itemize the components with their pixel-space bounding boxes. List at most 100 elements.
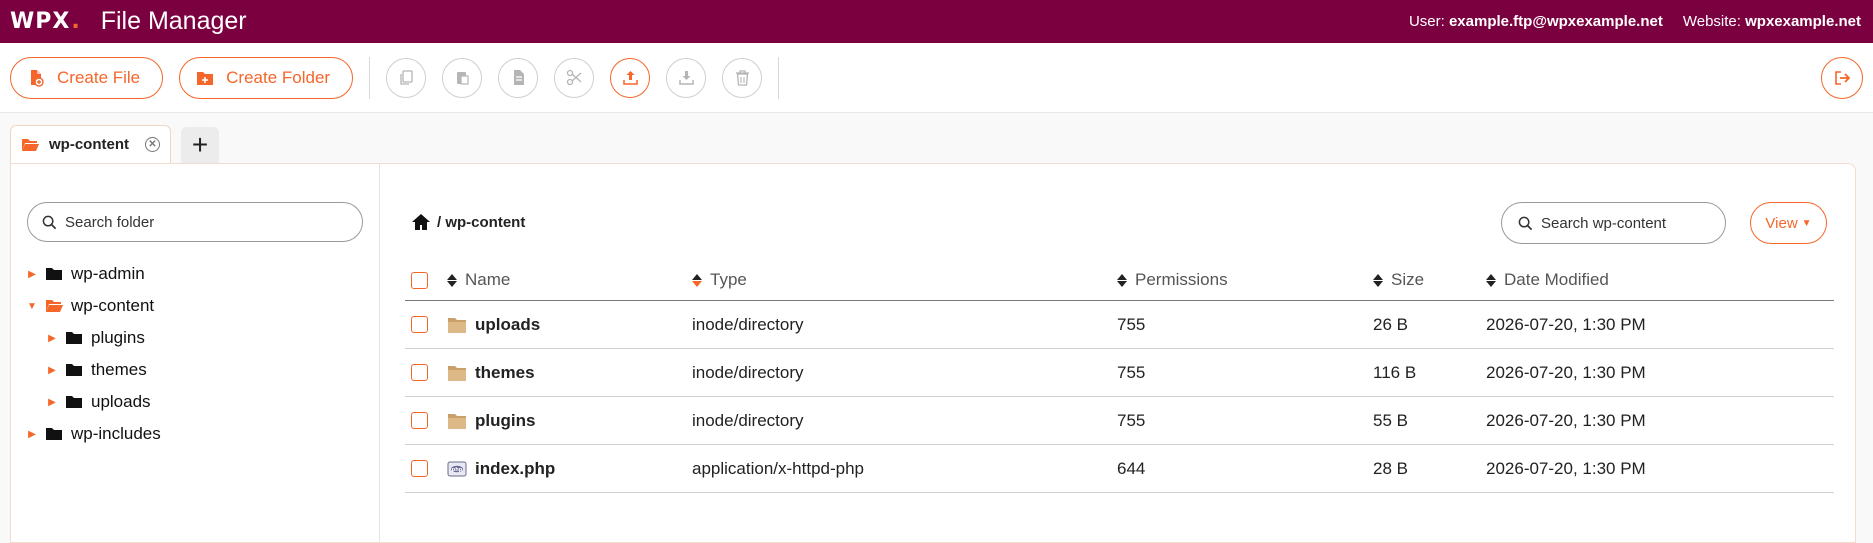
account-info: User: example.ftp@wpxexample.net Website…	[1409, 13, 1861, 30]
website-info: Website: wpxexample.net	[1683, 13, 1861, 30]
duplicate-button[interactable]	[498, 57, 539, 98]
sort-icon[interactable]	[447, 273, 457, 287]
column-name[interactable]: Name	[447, 270, 692, 290]
table-row[interactable]: themes inode/directory 755 116 B 2026-07…	[405, 349, 1834, 397]
tab-wp-content[interactable]: wp-content ✕	[10, 125, 171, 163]
file-name[interactable]: themes	[475, 363, 535, 383]
tree-item-wp-admin[interactable]: ▶ wp-admin	[25, 258, 161, 290]
paste-button[interactable]	[442, 57, 483, 98]
row-checkbox[interactable]	[411, 364, 428, 381]
user-value: example.ftp@wpxexample.net	[1448, 13, 1663, 30]
caret-right-icon[interactable]: ▶	[45, 333, 59, 344]
file-size: 26 B	[1373, 314, 1408, 334]
search-folder-input[interactable]: Search folder	[27, 202, 363, 242]
select-all-cell	[405, 271, 447, 289]
search-files-placeholder: Search wp-content	[1541, 214, 1667, 232]
file-name[interactable]: uploads	[475, 315, 540, 335]
caret-right-icon[interactable]: ▶	[45, 365, 59, 376]
column-permissions-label: Permissions	[1135, 270, 1228, 289]
user-label: User:	[1408, 13, 1445, 30]
file-type: inode/directory	[692, 410, 804, 430]
column-date-label: Date Modified	[1504, 270, 1609, 289]
toolbar: Create File Create Folder	[0, 43, 1873, 113]
download-button[interactable]	[666, 57, 707, 98]
download-icon	[678, 71, 694, 85]
row-checkbox[interactable]	[411, 460, 428, 477]
add-tab-button[interactable]: +	[181, 127, 219, 163]
column-type[interactable]: Type	[692, 270, 1117, 290]
tree-item-wp-includes[interactable]: ▶ wp-includes	[25, 418, 161, 450]
table-row[interactable]: uploads inode/directory 755 26 B 2026-07…	[405, 301, 1834, 349]
file-size: 28 B	[1373, 458, 1408, 478]
create-file-label: Create File	[57, 67, 141, 87]
logout-icon	[1835, 70, 1851, 85]
file-date: 2026-07-20, 1:30 PM	[1486, 314, 1646, 334]
copy-button[interactable]	[386, 57, 427, 98]
caret-down-icon[interactable]: ▼	[25, 301, 39, 312]
file-permissions: 755	[1117, 314, 1146, 334]
tree-item-label: wp-admin	[71, 264, 145, 283]
sort-icon[interactable]	[1373, 273, 1383, 287]
file-actions	[386, 57, 778, 98]
folder-icon	[66, 396, 82, 408]
tree-item-wp-content[interactable]: ▼ wp-content	[25, 290, 161, 322]
view-dropdown-button[interactable]: View ▼	[1750, 202, 1827, 244]
sort-icon[interactable]	[1117, 273, 1127, 287]
folder-plus-icon	[197, 71, 214, 85]
breadcrumb-path[interactable]: / wp-content	[437, 214, 525, 231]
folder-icon	[46, 428, 62, 440]
tree-item-label: themes	[91, 360, 147, 379]
caret-right-icon[interactable]: ▶	[25, 269, 39, 280]
tree-item-label: plugins	[91, 328, 145, 347]
tree-item-themes[interactable]: ▶ themes	[25, 354, 161, 386]
toolbar-divider	[778, 56, 780, 99]
caret-right-icon[interactable]: ▶	[25, 429, 39, 440]
wpx-logo[interactable]: WPX.	[10, 9, 81, 34]
sort-active-icon[interactable]	[692, 273, 702, 287]
create-file-button[interactable]: Create File	[10, 56, 164, 99]
file-type: inode/directory	[692, 362, 804, 382]
tree-item-plugins[interactable]: ▶ plugins	[25, 322, 161, 354]
column-permissions[interactable]: Permissions	[1117, 270, 1373, 290]
file-name[interactable]: plugins	[475, 411, 535, 431]
close-tab-icon[interactable]: ✕	[145, 137, 160, 152]
file-list-pane: / wp-content Search wp-content View ▼ Na…	[381, 164, 1855, 542]
row-checkbox[interactable]	[411, 316, 428, 333]
file-name[interactable]: index.php	[475, 459, 555, 479]
tree-item-label: wp-content	[71, 296, 155, 315]
folder-open-icon	[22, 138, 39, 151]
select-all-checkbox[interactable]	[411, 271, 428, 289]
app-title: File Manager	[100, 7, 247, 35]
table-row[interactable]: php index.php application/x-httpd-php 64…	[405, 445, 1834, 493]
search-icon	[1518, 216, 1533, 230]
tab-bar: wp-content ✕ +	[0, 113, 1873, 163]
row-checkbox-cell	[405, 364, 447, 381]
row-checkbox-cell	[405, 460, 447, 477]
paste-icon	[456, 72, 469, 85]
delete-button[interactable]	[722, 57, 763, 98]
home-icon[interactable]	[411, 212, 431, 232]
row-checkbox[interactable]	[411, 412, 428, 429]
logout-button[interactable]	[1821, 56, 1863, 99]
sort-icon[interactable]	[1486, 273, 1496, 287]
upload-button[interactable]	[610, 57, 651, 98]
search-files-input[interactable]: Search wp-content	[1501, 202, 1726, 244]
folder-icon	[66, 332, 82, 344]
column-size[interactable]: Size	[1373, 270, 1486, 290]
logo-text: WPX	[10, 9, 71, 34]
upload-icon	[622, 71, 638, 85]
tree-item-label: wp-includes	[71, 424, 161, 443]
name-cell: uploads	[447, 315, 692, 335]
cut-button[interactable]	[554, 57, 595, 98]
tree-item-label: uploads	[91, 392, 151, 411]
folder-icon	[46, 268, 62, 280]
tree-item-uploads[interactable]: ▶ uploads	[25, 386, 161, 418]
row-checkbox-cell	[405, 316, 447, 333]
caret-right-icon[interactable]: ▶	[45, 397, 59, 408]
website-label: Website:	[1682, 13, 1741, 30]
column-date[interactable]: Date Modified	[1486, 270, 1834, 290]
table-row[interactable]: plugins inode/directory 755 55 B 2026-07…	[405, 397, 1834, 445]
table-header: Name Type Permissions Size Date Modified	[405, 260, 1834, 301]
file-size: 116 B	[1373, 362, 1417, 382]
create-folder-button[interactable]: Create Folder	[179, 56, 354, 99]
